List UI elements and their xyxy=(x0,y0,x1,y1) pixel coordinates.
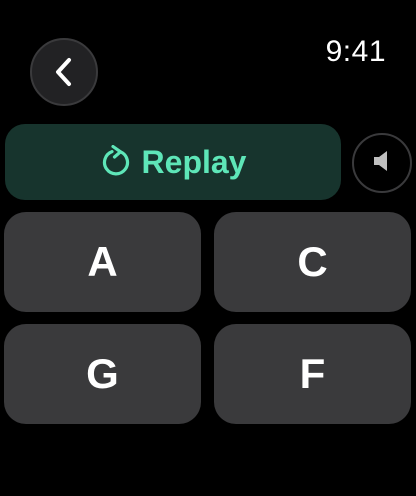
back-button[interactable] xyxy=(30,38,98,106)
speaker-button[interactable] xyxy=(352,133,412,193)
chevron-left-icon xyxy=(52,57,76,87)
status-time: 9:41 xyxy=(325,35,386,68)
speaker-icon xyxy=(373,150,391,177)
answer-button-c[interactable]: C xyxy=(214,212,411,312)
replay-button[interactable]: Replay xyxy=(5,124,341,200)
replay-arrow-icon xyxy=(100,145,132,179)
answer-button-g[interactable]: G xyxy=(4,324,201,424)
answer-button-f[interactable]: F xyxy=(214,324,411,424)
answer-button-a[interactable]: A xyxy=(4,212,201,312)
replay-label: Replay xyxy=(141,143,247,180)
